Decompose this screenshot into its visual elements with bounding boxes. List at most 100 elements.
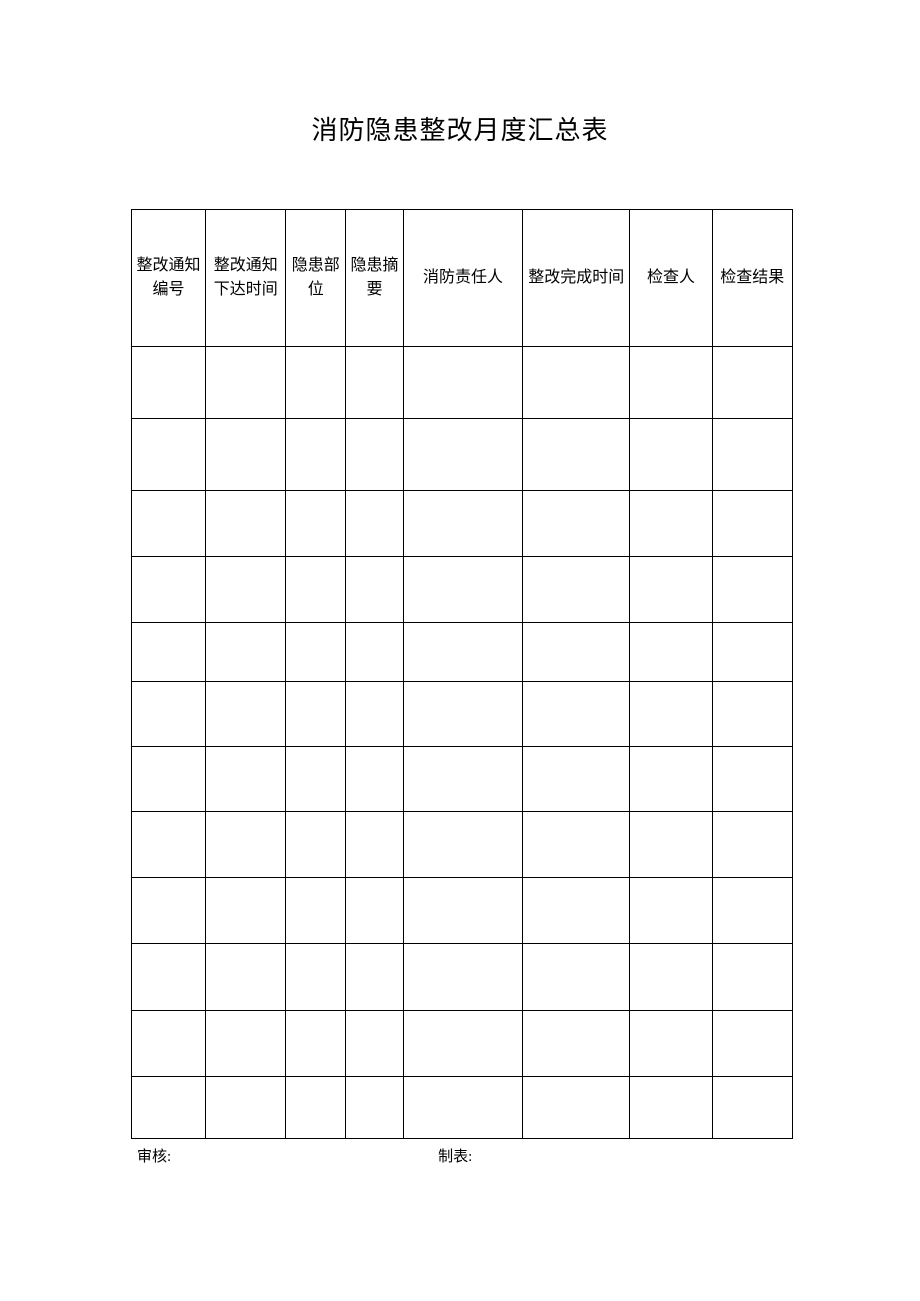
cell[interactable]: [206, 491, 286, 557]
cell[interactable]: [132, 491, 206, 557]
cell[interactable]: [630, 347, 712, 419]
cell[interactable]: [523, 1011, 630, 1077]
cell[interactable]: [523, 491, 630, 557]
cell[interactable]: [206, 682, 286, 747]
cell[interactable]: [630, 557, 712, 623]
cell[interactable]: [712, 878, 792, 944]
cell[interactable]: [132, 682, 206, 747]
cell[interactable]: [630, 419, 712, 491]
cell[interactable]: [403, 812, 522, 878]
cell[interactable]: [630, 747, 712, 812]
cell[interactable]: [523, 944, 630, 1011]
cell[interactable]: [132, 419, 206, 491]
cell[interactable]: [403, 557, 522, 623]
cell[interactable]: [286, 747, 346, 812]
cell[interactable]: [346, 878, 404, 944]
cell[interactable]: [132, 747, 206, 812]
cell[interactable]: [346, 623, 404, 682]
cell[interactable]: [712, 1077, 792, 1139]
cell[interactable]: [630, 812, 712, 878]
cell[interactable]: [206, 878, 286, 944]
cell[interactable]: [403, 347, 522, 419]
cell[interactable]: [286, 812, 346, 878]
cell[interactable]: [403, 878, 522, 944]
col-header-result: 检查结果: [712, 210, 792, 347]
cell[interactable]: [523, 623, 630, 682]
cell[interactable]: [403, 419, 522, 491]
cell[interactable]: [712, 419, 792, 491]
cell[interactable]: [132, 944, 206, 1011]
cell[interactable]: [286, 623, 346, 682]
cell[interactable]: [206, 1011, 286, 1077]
cell[interactable]: [403, 747, 522, 812]
cell[interactable]: [403, 491, 522, 557]
cell[interactable]: [403, 623, 522, 682]
cell[interactable]: [403, 1011, 522, 1077]
cell[interactable]: [132, 1011, 206, 1077]
cell[interactable]: [346, 491, 404, 557]
cell[interactable]: [712, 557, 792, 623]
cell[interactable]: [630, 682, 712, 747]
cell[interactable]: [132, 623, 206, 682]
cell[interactable]: [346, 944, 404, 1011]
cell[interactable]: [630, 1011, 712, 1077]
cell[interactable]: [523, 1077, 630, 1139]
cell[interactable]: [712, 944, 792, 1011]
cell[interactable]: [286, 557, 346, 623]
cell[interactable]: [132, 347, 206, 419]
cell[interactable]: [630, 623, 712, 682]
cell[interactable]: [403, 944, 522, 1011]
cell[interactable]: [712, 1011, 792, 1077]
cell[interactable]: [712, 747, 792, 812]
cell[interactable]: [286, 347, 346, 419]
cell[interactable]: [523, 419, 630, 491]
cell[interactable]: [286, 682, 346, 747]
cell[interactable]: [403, 1077, 522, 1139]
cell[interactable]: [206, 419, 286, 491]
cell[interactable]: [206, 1077, 286, 1139]
cell[interactable]: [712, 682, 792, 747]
cell[interactable]: [630, 491, 712, 557]
cell[interactable]: [523, 557, 630, 623]
cell[interactable]: [712, 491, 792, 557]
cell[interactable]: [403, 682, 522, 747]
cell[interactable]: [523, 347, 630, 419]
cell[interactable]: [346, 1077, 404, 1139]
cell[interactable]: [206, 747, 286, 812]
cell[interactable]: [132, 557, 206, 623]
cell[interactable]: [206, 812, 286, 878]
cell[interactable]: [286, 491, 346, 557]
cell[interactable]: [346, 812, 404, 878]
cell[interactable]: [712, 812, 792, 878]
cell[interactable]: [712, 347, 792, 419]
cell[interactable]: [346, 419, 404, 491]
cell[interactable]: [286, 1077, 346, 1139]
table-row: [132, 623, 793, 682]
cell[interactable]: [630, 878, 712, 944]
cell[interactable]: [523, 682, 630, 747]
cell[interactable]: [346, 557, 404, 623]
cell[interactable]: [630, 944, 712, 1011]
cell[interactable]: [346, 347, 404, 419]
cell[interactable]: [346, 747, 404, 812]
cell[interactable]: [206, 944, 286, 1011]
summary-table: 整改通知编号 整改通知下达时间 隐患部位 隐患摘要 消防责任人 整改完成时间 检…: [131, 209, 793, 1139]
cell[interactable]: [712, 623, 792, 682]
cell[interactable]: [286, 419, 346, 491]
cell[interactable]: [286, 878, 346, 944]
cell[interactable]: [523, 747, 630, 812]
cell[interactable]: [132, 878, 206, 944]
cell[interactable]: [523, 812, 630, 878]
cell[interactable]: [206, 347, 286, 419]
cell[interactable]: [286, 944, 346, 1011]
cell[interactable]: [132, 812, 206, 878]
cell[interactable]: [523, 878, 630, 944]
cell[interactable]: [346, 1011, 404, 1077]
cell[interactable]: [346, 682, 404, 747]
cell[interactable]: [286, 1011, 346, 1077]
cell[interactable]: [206, 623, 286, 682]
table-row: [132, 944, 793, 1011]
cell[interactable]: [630, 1077, 712, 1139]
cell[interactable]: [132, 1077, 206, 1139]
cell[interactable]: [206, 557, 286, 623]
